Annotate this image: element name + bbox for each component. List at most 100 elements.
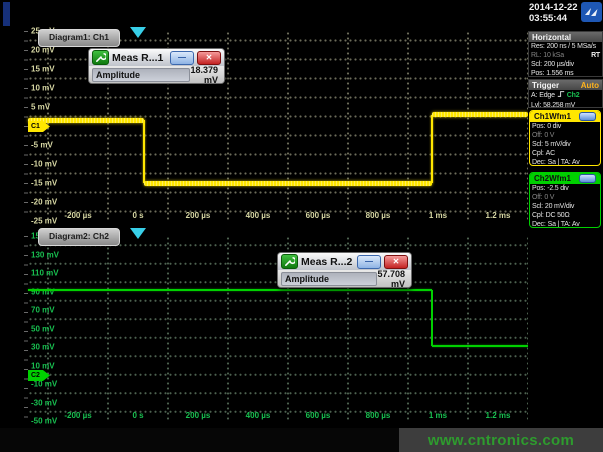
axis-tick-label: -50 mV <box>31 417 57 426</box>
minimize-button[interactable]: — <box>357 255 381 269</box>
realtime-flag: RT <box>591 51 600 60</box>
setting-label: Scl: <box>531 60 542 69</box>
axis-tick-label: 200 µs <box>186 211 211 220</box>
meas-window-2[interactable]: Meas R...2 — ✕ Amplitude 57.708 mV <box>277 252 412 288</box>
meas-result-label: Amplitude <box>281 272 377 286</box>
axis-tick-label: 600 µs <box>306 211 331 220</box>
measurement-wrench-icon <box>281 254 298 269</box>
axis-tick-label: 0 s <box>132 211 143 220</box>
ch1-waveform-box[interactable]: Ch1Wfm1 Pos:0 div Off:0 V Scl:5 mV/div C… <box>529 110 601 166</box>
setting-label: Off: <box>532 193 542 202</box>
trigger-type: Edge <box>539 91 555 100</box>
setting-label: Res: <box>531 42 545 51</box>
edge-trigger-icon <box>557 90 565 101</box>
axis-tick-label: 5 mV <box>31 103 50 112</box>
trigger-header: Trigger <box>532 81 559 90</box>
setting-value: Sa | TA: Av <box>548 220 580 228</box>
setting-value: DC 50Ω <box>546 211 570 220</box>
minimize-pill-icon[interactable] <box>579 112 596 121</box>
axis-tick-label: -25 mV <box>31 217 57 226</box>
axis-tick-label: 10 mV <box>31 361 55 370</box>
setting-value: 200 ns / 5 MSa/s <box>547 42 596 51</box>
horizontal-header: Horizontal <box>532 33 571 42</box>
axis-tick-label: 50 mV <box>31 324 55 333</box>
setting-value: 200 µs/div <box>544 60 574 69</box>
meas-result-label: Amplitude <box>92 68 190 82</box>
axis-tick-label: -200 µs <box>64 211 91 220</box>
axis-tick-label: 10 mV <box>31 84 55 93</box>
diagram2-tab[interactable]: Diagram2: Ch2 <box>38 228 120 246</box>
close-button[interactable]: ✕ <box>384 255 408 269</box>
meas-result-value: 57.708 mV <box>377 269 408 289</box>
diagram1-tab[interactable]: Diagram1: Ch1 <box>38 29 120 47</box>
meas-result-value: 18.379 mV <box>190 65 221 85</box>
meas-window-2-titlebar[interactable]: Meas R...2 — ✕ <box>278 253 411 270</box>
ch1-box-title: Ch1Wfm1 <box>534 112 571 121</box>
status-sidebar: 2014-12-22 03:55:44 Horizontal Res:200 n… <box>528 0 603 428</box>
axis-tick-label: 1.2 ms <box>486 411 511 420</box>
setting-value: 10 kSa <box>543 51 564 60</box>
axis-tick-label: 70 mV <box>31 306 55 315</box>
setting-label: Off: <box>532 131 542 140</box>
waveform-segment-ch1wfm1 <box>28 118 144 123</box>
setting-value: 20 mV/div <box>545 202 574 211</box>
setting-label: A: <box>531 91 537 100</box>
oscilloscope-screen: -200 µs 0 s 200 µs 400 µs 600 µs 800 µs 1 ms 1.… <box>0 0 603 452</box>
axis-tick-label: 400 µs <box>246 211 271 220</box>
setting-label: Cpl: <box>532 149 544 158</box>
trigger-mode: Auto <box>581 81 599 90</box>
trigger-source-channel: Ch2 <box>567 91 580 100</box>
waveform-step-ch1wfm1 <box>143 120 145 183</box>
setting-label: Scl: <box>532 140 543 149</box>
diagram1-tab-label: Diagram1: Ch1 <box>49 32 109 42</box>
axis-tick-label: -10 mV <box>31 160 57 169</box>
axis-tick-label: 0 s <box>132 411 143 420</box>
setting-value: 1.556 ms <box>546 69 573 78</box>
axis-tick-label: 600 µs <box>306 411 331 420</box>
trigger-position-marker-diagram1[interactable] <box>130 27 146 38</box>
meas-window-1-title: Meas R...1 <box>112 52 167 64</box>
waveform-step-ch2wfm1 <box>431 290 433 346</box>
setting-label: Pos: <box>531 69 544 78</box>
axis-tick-label: -20 mV <box>31 198 57 207</box>
trigger-level-value: 58.258 mV <box>543 101 575 110</box>
watermark: www.cntronics.com <box>399 428 603 452</box>
setting-label: Scl: <box>532 202 543 211</box>
setting-label: Dec: <box>532 220 546 228</box>
axis-tick-label: -5 mV <box>31 141 53 150</box>
setting-value: Sa | TA: Av <box>548 158 580 166</box>
rohde-schwarz-logo <box>581 2 602 27</box>
axis-tick-label: 130 mV <box>31 250 59 259</box>
ch2-box-title: Ch2Wfm1 <box>534 174 571 183</box>
waveform-segment-ch1wfm1 <box>144 181 432 186</box>
setting-label: RL: <box>531 51 541 60</box>
axis-tick-label: -30 mV <box>31 398 57 407</box>
setting-value: 0 div <box>547 122 561 131</box>
minimize-button[interactable]: — <box>170 51 194 65</box>
setting-label: Dec: <box>532 158 546 166</box>
trigger-position-marker-diagram2[interactable] <box>130 228 146 239</box>
meas-window-1[interactable]: Meas R...1 — ✕ Amplitude 18.379 mV <box>88 48 225 84</box>
axis-tick-label: 1 ms <box>429 211 447 220</box>
minimize-pill-icon[interactable] <box>579 174 596 183</box>
axis-tick-label: 30 mV <box>31 343 55 352</box>
setting-label: Pos: <box>532 184 545 193</box>
axis-tick-label: 800 µs <box>366 411 391 420</box>
axis-tick-label: 1.2 ms <box>486 211 511 220</box>
measurement-wrench-icon <box>92 50 109 65</box>
trigger-settings-box[interactable]: Trigger Auto A: Edge Ch2 Lvl:58.258 mV <box>528 79 603 108</box>
setting-value: -2.5 div <box>547 184 568 193</box>
diagram2-tab-label: Diagram2: Ch2 <box>49 231 109 241</box>
waveform-segment-ch1wfm1 <box>432 112 528 117</box>
ch2-waveform-box[interactable]: Ch2Wfm1 Pos:-2.5 div Off:0 V Scl:20 mV/d… <box>529 172 601 228</box>
setting-label: Pos: <box>532 122 545 131</box>
setting-label: Cpl: <box>532 211 544 220</box>
axis-tick-label: 200 µs <box>186 411 211 420</box>
axis-tick-label: 15 mV <box>31 65 55 74</box>
axis-tick-label: 110 mV <box>31 269 59 278</box>
meas-result-row: Amplitude 18.379 mV <box>89 66 224 83</box>
close-button[interactable]: ✕ <box>197 51 221 65</box>
axis-tick-label: 1 ms <box>429 411 447 420</box>
meas-window-1-titlebar[interactable]: Meas R...1 — ✕ <box>89 49 224 66</box>
horizontal-settings-box[interactable]: Horizontal Res:200 ns / 5 MSa/s RL:10 kS… <box>528 31 603 77</box>
